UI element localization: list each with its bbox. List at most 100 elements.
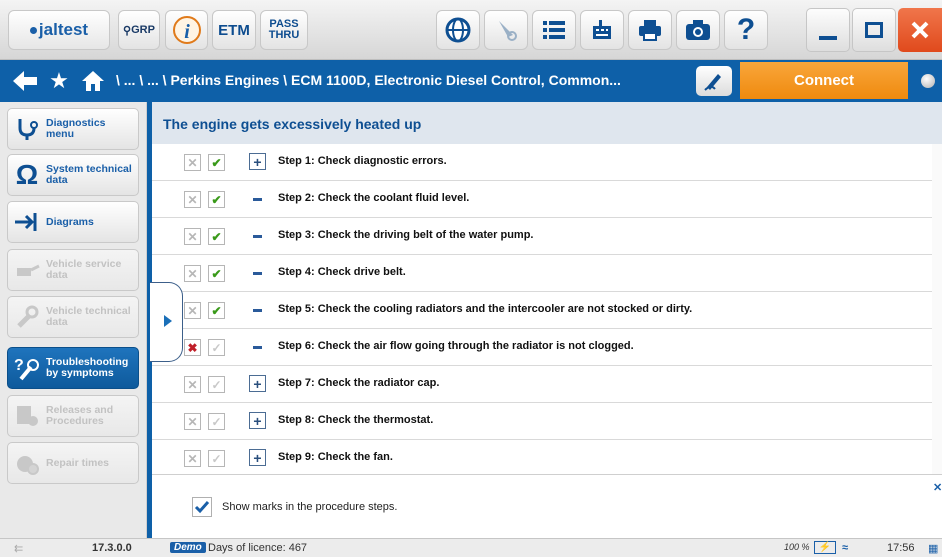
check-mark-checkbox[interactable]: ✔ <box>208 191 225 208</box>
globe-icon <box>445 17 471 43</box>
home-icon <box>82 71 104 91</box>
print-button[interactable] <box>628 10 672 50</box>
step-label[interactable]: Step 9: Check the fan. <box>278 451 393 463</box>
globe-button[interactable] <box>436 10 480 50</box>
sidebar-item-label: Releases and Procedures <box>46 405 113 427</box>
version-label: 17.3.0.0 <box>92 542 132 554</box>
connect-button[interactable]: Connect <box>740 62 908 99</box>
status-bar: ⇇ 17.3.0.0 Demo Days of licence: 467 100… <box>0 538 942 557</box>
home-button[interactable] <box>80 68 106 94</box>
svg-text:?: ? <box>14 357 24 374</box>
check-mark-checkbox[interactable]: ✔ <box>208 154 225 171</box>
label-line: data <box>46 269 68 281</box>
info-button[interactable]: i <box>165 10 208 50</box>
keyboard-icon <box>593 20 611 39</box>
step-label[interactable]: Step 5: Check the cooling radiators and … <box>278 303 692 315</box>
licence-label: Days of licence: 467 <box>208 542 308 554</box>
step-label[interactable]: Step 4: Check drive belt. <box>278 266 406 278</box>
sidebar-item-label: Vehicle technical data <box>46 306 131 328</box>
sidebar-item-troubleshooting-by-symptoms[interactable]: ? Troubleshooting by symptoms <box>7 347 139 389</box>
step-label[interactable]: Step 2: Check the coolant fluid level. <box>278 192 469 204</box>
x-mark-checkbox[interactable]: ✖ <box>184 339 201 356</box>
grp-button[interactable]: ⚲ GRP <box>118 10 160 50</box>
step-row: ✕ ✔ Step 4: Check drive belt. <box>152 255 932 292</box>
label-line: data <box>46 316 68 328</box>
expand-icon[interactable]: + <box>249 449 266 466</box>
calendar-icon: ▦ <box>928 543 939 555</box>
expand-icon[interactable]: + <box>249 375 266 392</box>
step-row: ✕ ✔ Step 2: Check the coolant fluid leve… <box>152 181 932 218</box>
wifi-icon: ≈ <box>842 542 849 554</box>
etm-button[interactable]: ETM <box>212 10 256 50</box>
step-row: ✕ ✔ Step 5: Check the cooling radiators … <box>152 292 932 329</box>
sidebar-item-diagrams[interactable]: Diagrams <box>7 201 139 243</box>
label-line: Repair times <box>46 456 110 469</box>
marks-options: Show marks in the procedure steps. ✕ <box>152 474 942 538</box>
check-mark-checkbox[interactable]: ✓ <box>208 339 225 356</box>
x-mark-checkbox[interactable]: ✕ <box>184 450 201 467</box>
troubleshoot-icon: ? <box>12 353 42 383</box>
omega-icon: Ω <box>15 159 39 190</box>
sidebar-item-system-technical-data[interactable]: Ω System technical data <box>7 154 139 196</box>
checkmark-icon <box>194 501 210 514</box>
x-mark-checkbox[interactable]: ✕ <box>184 302 201 319</box>
keyboard-button[interactable] <box>580 10 624 50</box>
step-label[interactable]: Step 8: Check the thermostat. <box>278 414 433 426</box>
show-marks-checkbox[interactable] <box>192 497 212 517</box>
stylus-button[interactable] <box>484 10 528 50</box>
x-mark-checkbox[interactable]: ✕ <box>184 376 201 393</box>
favorites-button[interactable]: ★ <box>46 68 72 94</box>
expand-icon[interactable]: + <box>249 153 266 170</box>
sidebar-item-vehicle-service-data[interactable]: Vehicle service data <box>7 249 139 291</box>
step-row: ✕ ✓ + Step 8: Check the thermostat. <box>152 403 932 440</box>
camera-button[interactable] <box>676 10 720 50</box>
sidebar-item-releases-and-procedures[interactable]: Releases and Procedures <box>7 395 139 437</box>
x-mark-checkbox[interactable]: ✕ <box>184 228 201 245</box>
diagram-icon <box>12 207 42 237</box>
check-mark-checkbox[interactable]: ✓ <box>208 413 225 430</box>
x-mark-checkbox[interactable]: ✕ <box>184 154 201 171</box>
dash-icon <box>253 346 262 349</box>
star-icon: ★ <box>49 68 69 93</box>
sidebar-item-vehicle-technical-data[interactable]: Vehicle technical data <box>7 296 139 338</box>
check-mark-checkbox[interactable]: ✔ <box>208 228 225 245</box>
wrench-icon <box>12 302 42 332</box>
edit-button[interactable] <box>696 66 732 96</box>
expand-icon[interactable]: + <box>249 412 266 429</box>
sidebar-item-diagnostics-menu[interactable]: Diagnostics menu <box>7 108 139 150</box>
step-label[interactable]: Step 3: Check the driving belt of the wa… <box>278 229 533 241</box>
step-label[interactable]: Step 6: Check the air flow going through… <box>278 340 634 352</box>
close-panel-icon[interactable]: ✕ <box>933 481 942 494</box>
label-line: menu <box>46 128 75 140</box>
stylus-pen-icon <box>704 74 721 91</box>
pass-thru-button[interactable]: PASS THRU <box>260 10 308 50</box>
show-marks-label: Show marks in the procedure steps. <box>222 501 398 513</box>
step-label[interactable]: Step 1: Check diagnostic errors. <box>278 155 447 167</box>
check-mark-checkbox[interactable]: ✓ <box>208 450 225 467</box>
battery-icon: ⚡ <box>814 541 836 554</box>
check-mark-checkbox[interactable]: ✓ <box>208 376 225 393</box>
help-button[interactable]: ? <box>724 10 768 50</box>
close-button[interactable] <box>898 8 942 52</box>
x-mark-checkbox[interactable]: ✕ <box>184 413 201 430</box>
label-line: by symptoms <box>46 367 114 379</box>
sidebar-item-label: Diagrams <box>46 215 94 228</box>
list-button[interactable] <box>532 10 576 50</box>
check-mark-checkbox[interactable]: ✔ <box>208 302 225 319</box>
label-line: data <box>46 174 68 186</box>
vertical-scrollbar[interactable] <box>932 144 942 474</box>
pass-thru-label: PASS THRU <box>269 19 300 41</box>
label-line: Diagrams <box>46 215 94 228</box>
dash-icon <box>253 198 262 201</box>
check-mark-checkbox[interactable]: ✔ <box>208 265 225 282</box>
info-icon: i <box>172 16 201 44</box>
x-mark-checkbox[interactable]: ✕ <box>184 191 201 208</box>
panel-toggle-tab[interactable] <box>150 282 183 362</box>
minimize-button[interactable] <box>806 8 850 52</box>
battery-percent: 100 % <box>784 542 810 552</box>
step-label[interactable]: Step 7: Check the radiator cap. <box>278 377 439 389</box>
back-button[interactable] <box>12 68 38 94</box>
sidebar-item-repair-times[interactable]: Repair times <box>7 442 139 484</box>
maximize-button[interactable] <box>852 8 896 52</box>
x-mark-checkbox[interactable]: ✕ <box>184 265 201 282</box>
